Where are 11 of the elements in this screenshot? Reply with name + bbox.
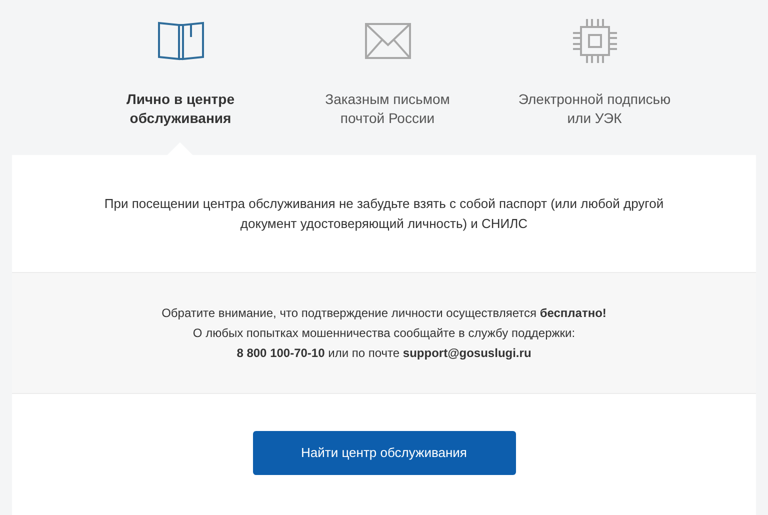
chip-icon xyxy=(572,18,618,64)
delivery-tab[interactable]: Заказным письмом почтой России xyxy=(308,90,468,128)
notice-text: О любых попытках мошенничества сообщайте в службу поддержки: xyxy=(192,325,576,342)
delivery-tab[interactable]: Электронной подписью или УЭК xyxy=(514,90,674,128)
reminder-text: При посещении центра обслуживания не забудьте взять с собой паспорт (или любой другой документ удостоверяющий личность) и СНИЛС xyxy=(103,194,665,233)
delivery-tab[interactable]: Лично в центре обслуживания xyxy=(106,90,256,128)
find-center-button[interactable]: Найти центр обслуживания xyxy=(252,431,516,475)
notice-text: Обратите внимание, что подтверждение личности осуществляется бесплатно! xyxy=(162,305,606,322)
book-icon xyxy=(156,19,204,63)
envelope-icon xyxy=(364,21,412,61)
notice-text: 8 800 100-70-10 или по почте support@gosuslugi.ru xyxy=(236,345,532,362)
